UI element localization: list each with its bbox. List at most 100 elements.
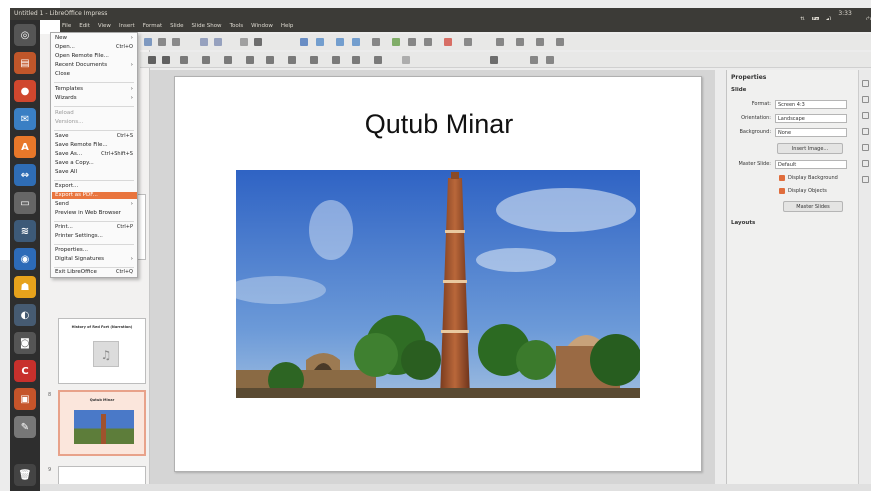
menu-item-preview-browser[interactable]: Preview in Web Browser [55,210,135,217]
toggle-extrusion-icon[interactable] [490,56,498,64]
menu-item-export-pdf[interactable]: Export as PDF... [52,192,137,199]
block-arrow-icon[interactable] [288,56,296,64]
start-show-icon[interactable] [444,38,452,46]
menu-item-print[interactable]: Print... Ctrl+P [55,224,135,231]
master-slides-tab-icon[interactable] [862,128,869,135]
duplicate-slide-icon[interactable] [408,38,416,46]
impress-icon[interactable]: ▣ [14,388,36,410]
menu-slide-show[interactable]: Slide Show [192,23,222,29]
shape-icon[interactable] [246,56,254,64]
spellcheck-icon[interactable] [240,38,248,46]
menu-item-save[interactable]: Save Ctrl+S [55,133,135,140]
menu-item-save-copy[interactable]: Save a Copy... [55,160,135,167]
print-icon[interactable] [158,38,166,46]
table-icon[interactable] [300,38,308,46]
menu-item-new[interactable]: New › [55,35,135,42]
new-icon[interactable] [144,38,152,46]
trash-icon[interactable]: 🗑 [14,464,36,486]
menu-format[interactable]: Format [143,23,162,29]
software-center-icon[interactable]: A [14,136,36,158]
animation-tab-icon[interactable] [862,112,869,119]
filter-icon[interactable] [546,56,554,64]
draw-icon[interactable] [496,38,504,46]
menu-item-templates[interactable]: Templates › [55,86,135,93]
display-background-checkbox[interactable]: Display Background [779,175,838,181]
text-icon[interactable] [254,38,262,46]
section-layouts[interactable]: Layouts [731,220,755,226]
new-slide-icon[interactable] [392,38,400,46]
menu-window[interactable]: Window [251,23,273,29]
slide-thumbnail[interactable]: History of Red Fort (Narration) ♫ [58,318,146,384]
select-icon[interactable] [148,56,156,64]
menu-item-export[interactable]: Export... [55,183,135,190]
menu-slide[interactable]: Slide [170,23,183,29]
symbol-icon[interactable] [266,56,274,64]
delete-slide-icon[interactable] [424,38,432,46]
background-select[interactable]: None [775,128,847,137]
media-icon[interactable] [352,38,360,46]
properties-tab-icon[interactable] [862,80,869,87]
firefox-icon[interactable]: ● [14,80,36,102]
rotate-icon[interactable] [402,56,410,64]
link-icon[interactable] [464,38,472,46]
line-icon[interactable] [162,56,170,64]
app-icon[interactable]: ☗ [14,276,36,298]
insert-image-button[interactable]: Insert Image... [777,143,843,154]
master-slides-button[interactable]: Master Slides [783,201,843,212]
cut-icon[interactable] [172,38,180,46]
star-icon[interactable] [352,56,360,64]
menu-item-reload[interactable]: Reload [55,110,135,117]
menu-help[interactable]: Help [281,23,294,29]
menu-item-open-remote[interactable]: Open Remote File... [55,53,135,60]
chrome-icon[interactable]: ◉ [14,248,36,270]
menu-item-recent[interactable]: Recent Documents › [55,62,135,69]
menu-item-exit[interactable]: Exit LibreOffice Ctrl+Q [55,269,135,276]
crop-icon[interactable] [530,56,538,64]
menu-edit[interactable]: Edit [79,23,90,29]
menu-insert[interactable]: Insert [119,23,135,29]
align-icon[interactable] [516,38,524,46]
menu-file[interactable]: File [62,23,71,29]
image-icon[interactable] [316,38,324,46]
dash-icon[interactable]: ◎ [14,24,36,46]
menu-item-wizards[interactable]: Wizards › [55,95,135,102]
shadow-icon[interactable] [556,38,564,46]
menu-item-printer-settings[interactable]: Printer Settings... [55,233,135,240]
format-select[interactable]: Screen 4:3 [775,100,847,109]
redo-icon[interactable] [214,38,222,46]
menu-item-digital-signatures[interactable]: Digital Signatures › [55,256,135,263]
slide-title[interactable]: Qutub Minar [175,109,703,140]
menu-item-save-as[interactable]: Save As... Ctrl+Shift+S [55,151,135,158]
connector-icon[interactable] [224,56,232,64]
orientation-select[interactable]: Landscape [775,114,847,123]
callout-icon[interactable] [332,56,340,64]
menu-item-versions[interactable]: Versions... [55,119,135,126]
curve-icon[interactable] [202,56,210,64]
gallery-tab-icon[interactable] [862,160,869,167]
arrow-icon[interactable] [180,56,188,64]
app-icon[interactable]: ◐ [14,304,36,326]
slide-transition-tab-icon[interactable] [862,96,869,103]
menu-item-properties[interactable]: Properties... [55,247,135,254]
undo-icon[interactable] [200,38,208,46]
thunderbird-icon[interactable]: ✉ [14,108,36,130]
camera-icon[interactable]: ◙ [14,332,36,354]
menu-item-send[interactable]: Send › [55,201,135,208]
slide-thumbnail-selected[interactable]: Qutub Minar [58,390,146,456]
menu-item-open[interactable]: Open... Ctrl+O [55,44,135,51]
navigator-tab-icon[interactable] [862,176,869,183]
menu-item-close[interactable]: Close [55,71,135,78]
styles-tab-icon[interactable] [862,144,869,151]
chart-icon[interactable] [336,38,344,46]
3d-object-icon[interactable] [374,56,382,64]
menu-view[interactable]: View [98,23,111,29]
text-editor-icon[interactable]: ✎ [14,416,36,438]
files-icon[interactable]: ▤ [14,52,36,74]
qutub-minar-photo[interactable] [236,170,640,398]
flowchart-icon[interactable] [310,56,318,64]
display-objects-checkbox[interactable]: Display Objects [779,188,827,194]
section-slide[interactable]: Slide [731,87,746,93]
master-slide-select[interactable]: Default [775,160,847,169]
terminal-icon[interactable]: ▭ [14,192,36,214]
slide-icon[interactable] [372,38,380,46]
